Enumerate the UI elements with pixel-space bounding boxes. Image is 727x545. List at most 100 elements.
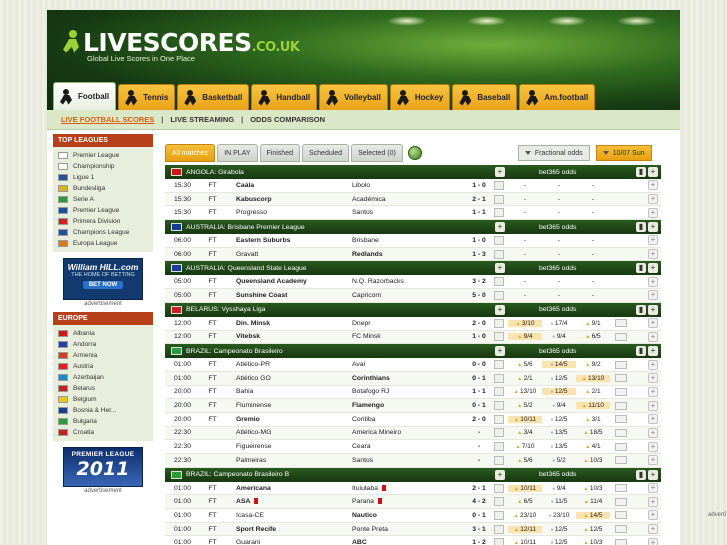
odds-cell[interactable]: 9/4 <box>542 402 576 409</box>
odds-cell[interactable]: 10/11 <box>508 539 542 545</box>
stats-icon[interactable]: ▮ <box>636 304 646 315</box>
match-row[interactable]: 05:00 FT Queensland Academy N.Q. Razorbacks… <box>165 275 661 290</box>
info-icon[interactable] <box>494 235 504 245</box>
match-row[interactable]: 01:00 FT Guarani ABC 1 - 2 10/1112/510/3 + <box>165 536 661 545</box>
sidebar-item[interactable]: Austria <box>53 361 153 372</box>
home-team[interactable]: Eastern Suburbs <box>234 237 352 244</box>
away-team[interactable]: FC Minsk <box>352 333 464 340</box>
info-icon[interactable] <box>494 318 504 328</box>
collapse-icon[interactable]: + <box>495 469 505 480</box>
league-header[interactable]: AUSTRALIA: Brisbane Premier League + bet36… <box>165 220 661 235</box>
tv-icon[interactable] <box>615 374 627 383</box>
add-to-selected-icon[interactable]: + <box>648 276 658 287</box>
sidebar-item[interactable]: Bulgaria <box>53 416 153 427</box>
match-row[interactable]: 22:30 Figueirense Ceara - 7/1013/54/1 + <box>165 440 661 454</box>
info-icon[interactable] <box>494 194 504 204</box>
odds-cell[interactable]: 9/4 <box>542 333 576 340</box>
odds-cell[interactable]: 11/4 <box>576 498 610 505</box>
home-team[interactable]: Atlético-MG <box>234 429 352 436</box>
site-logo[interactable]: LIVESCORES.CO.UK <box>61 28 300 57</box>
filter-tab[interactable]: IN PLAY <box>217 144 258 162</box>
tab-tennis[interactable]: Tennis <box>118 84 176 110</box>
sidebar-item[interactable]: Belarus <box>53 383 153 394</box>
home-team[interactable]: Palmeiras <box>234 457 352 464</box>
away-team[interactable]: Ituiutaba <box>352 485 464 492</box>
odds-cell[interactable]: 12/5 <box>542 416 576 423</box>
add-to-selected-icon[interactable]: + <box>648 455 658 466</box>
match-row[interactable]: 20:00 FT Fluminense Flamengo 0 - 1 5/29/411/1… <box>165 399 661 413</box>
home-team[interactable]: Kabuscorp <box>234 196 352 203</box>
date-select[interactable]: 10/07 Sun <box>595 145 652 161</box>
sidebar-item[interactable]: Ligue 1 <box>53 172 153 183</box>
match-row[interactable]: 20:00 FT Bahia Botafogo RJ 1 - 1 13/1012/52/1… <box>165 385 661 400</box>
tv-icon[interactable] <box>615 497 627 506</box>
collapse-icon[interactable]: + <box>495 167 505 177</box>
add-to-selected-icon[interactable]: + <box>648 524 658 535</box>
match-row[interactable]: 15:30 FT Caála Libolo 1 - 0 - - - + <box>165 179 661 193</box>
add-to-selected-icon[interactable]: + <box>648 427 658 438</box>
odds-cell[interactable]: 10/3 <box>576 485 610 492</box>
info-icon[interactable] <box>494 483 504 493</box>
home-team[interactable]: Icasa-CE <box>234 512 352 519</box>
info-icon[interactable] <box>494 249 504 259</box>
odds-cell[interactable]: 12/5 <box>542 526 576 533</box>
tv-icon[interactable] <box>615 415 627 424</box>
stats-icon[interactable]: ▮ <box>636 167 646 177</box>
match-row[interactable]: 12:00FTVitebskFC Minsk1 - 09/49/46/5+ <box>165 330 661 345</box>
tab-handball[interactable]: Handball <box>251 84 318 110</box>
add-icon[interactable]: + <box>648 346 658 357</box>
odds-cell[interactable]: 14/5 <box>576 511 610 519</box>
stats-icon[interactable]: ▮ <box>636 346 646 357</box>
filter-tab[interactable]: All matches <box>165 144 216 162</box>
away-team[interactable]: Parana <box>352 498 464 505</box>
info-icon[interactable] <box>494 208 504 218</box>
info-icon[interactable] <box>494 428 504 438</box>
sidebar-item[interactable]: Belgium <box>53 394 153 405</box>
home-team[interactable]: Bahia <box>234 388 352 395</box>
sidebar-item[interactable]: Bosnia & Her... <box>53 405 153 416</box>
match-row[interactable]: 01:00 FT ASA Parana 4 - 2 6/511/511/4 + <box>165 495 661 510</box>
away-team[interactable]: Libolo <box>352 182 464 189</box>
nav-odds-comparison[interactable]: ODDS COMPARISON <box>250 115 325 124</box>
sidebar-item[interactable]: Armenia <box>53 350 153 361</box>
match-row[interactable]: 01:00 FT Atlético-PR Avaí 0 - 0 5/614/59/2 + <box>165 358 661 372</box>
match-row[interactable]: 20:00 FT Gremio Coritiba 2 - 0 10/1112/53/1 + <box>165 412 661 427</box>
nav-live-streaming[interactable]: LIVE STREAMING <box>170 115 234 124</box>
home-team[interactable]: Sport Recife <box>234 526 352 533</box>
add-icon[interactable]: + <box>648 469 658 480</box>
tab-baseball[interactable]: Baseball <box>452 84 518 110</box>
odds-cell[interactable]: 6/5 <box>576 333 610 340</box>
info-icon[interactable] <box>494 180 504 190</box>
william-hill-ad[interactable]: William HILL.com THE HOME OF BETTING BET… <box>63 258 143 300</box>
tv-icon[interactable] <box>615 401 627 410</box>
info-icon[interactable] <box>494 414 504 424</box>
add-to-selected-icon[interactable]: + <box>648 249 658 260</box>
away-team[interactable]: Ponte Preta <box>352 526 464 533</box>
filter-tab[interactable]: Selected (0) <box>351 144 403 162</box>
away-team[interactable]: Nautico <box>352 512 464 519</box>
odds-cell[interactable]: 5/2 <box>542 457 576 464</box>
match-row[interactable]: 01:00 FT Atlético GO Corinthians 0 - 1 2/112/… <box>165 371 661 386</box>
add-to-selected-icon[interactable]: + <box>648 331 658 342</box>
away-team[interactable]: Flamengo <box>352 402 464 409</box>
odds-cell[interactable]: 9/4 <box>508 333 542 341</box>
odds-cell[interactable]: 14/5 <box>542 361 576 369</box>
match-row[interactable]: 06:00 FT Eastern Suburbs Brisbane 1 - 0 - - - + <box>165 234 661 248</box>
odds-cell[interactable]: 5/6 <box>508 361 542 368</box>
match-row[interactable]: 15:30 FT Progresso Santos 1 - 1 - - - + <box>165 206 661 221</box>
home-team[interactable]: Americana <box>234 485 352 492</box>
info-icon[interactable] <box>494 510 504 520</box>
tv-icon[interactable] <box>615 511 627 520</box>
collapse-icon[interactable]: + <box>495 222 505 233</box>
tab-amfootball[interactable]: Am.football <box>519 84 596 110</box>
away-team[interactable]: Coritiba <box>352 416 464 423</box>
away-team[interactable]: America Mineiro <box>352 429 464 436</box>
odds-cell[interactable]: 11/10 <box>576 402 610 410</box>
league-header[interactable]: BRAZIL: Campeonato Brasileiro + bet365 odd… <box>165 344 661 359</box>
match-row[interactable]: 15:30 FT Kabuscorp Académica 2 - 1 - - - + <box>165 192 661 207</box>
sidebar-item[interactable]: Andorra <box>53 339 153 350</box>
tv-icon[interactable] <box>615 332 627 341</box>
home-team[interactable]: Atlético GO <box>234 375 352 382</box>
odds-cell[interactable]: 6/5 <box>508 498 542 505</box>
match-row[interactable]: 01:00 FT Americana Ituiutaba 2 - 1 10/119/410… <box>165 481 661 496</box>
